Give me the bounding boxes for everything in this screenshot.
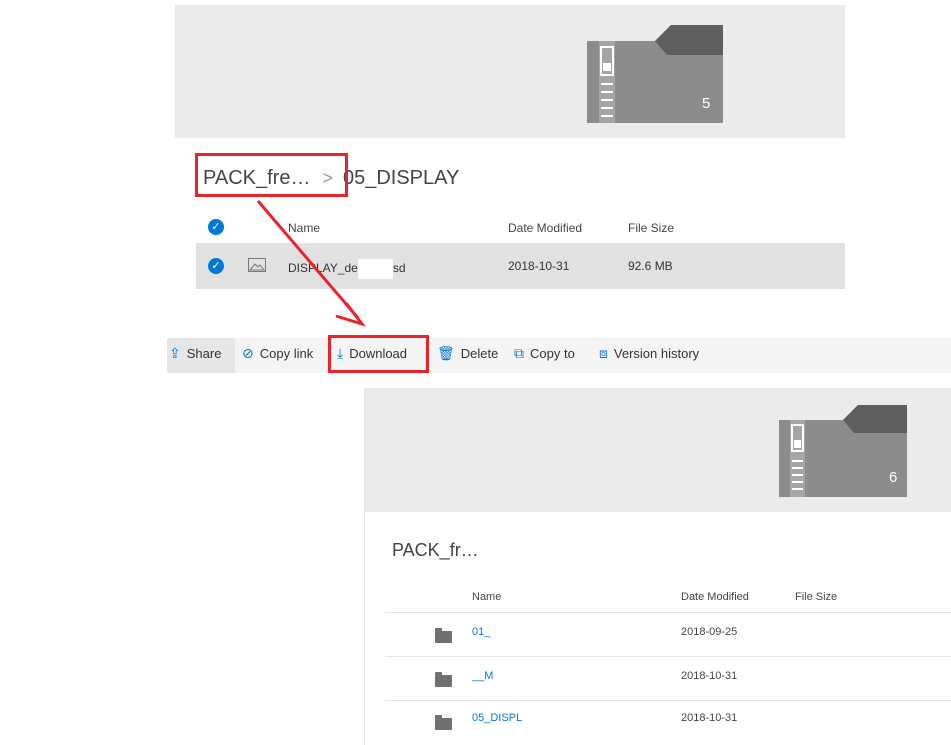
annotation-arrow <box>256 200 367 327</box>
